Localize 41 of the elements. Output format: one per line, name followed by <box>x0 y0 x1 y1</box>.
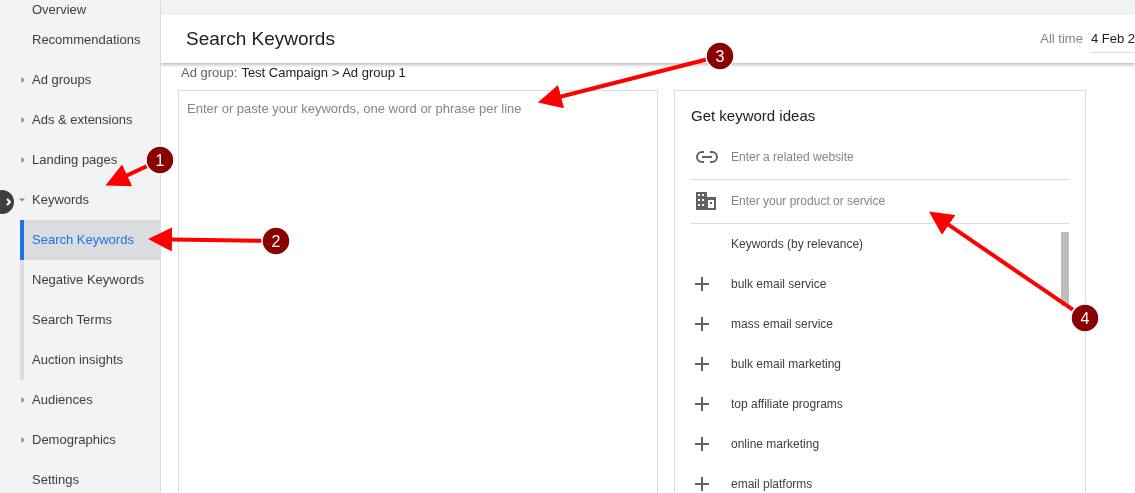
keyword-idea[interactable]: mass email service <box>731 314 834 333</box>
breadcrumb-label: Ad group: <box>181 65 238 80</box>
caret-right-icon[interactable] <box>20 437 26 443</box>
date-range-label: All time <box>1040 30 1083 49</box>
list-header: Keywords (by relevance) <box>730 235 865 253</box>
nav-subitem[interactable]: Search Terms <box>20 300 160 340</box>
keyword-idea[interactable]: bulk email marketing <box>731 354 842 373</box>
nav-item[interactable]: Ads & extensions <box>32 110 133 130</box>
building-icon <box>696 192 718 210</box>
nav-subitem[interactable]: Negative Keywords <box>20 260 160 300</box>
panel-title: Get keyword ideas <box>691 106 817 126</box>
callout-badge: 2 <box>261 226 291 256</box>
nav-item[interactable]: Landing pages <box>32 150 118 170</box>
text-input-field[interactable]: Enter a related website <box>691 135 1069 180</box>
keyword-idea[interactable]: bulk email service <box>731 274 827 293</box>
keyword-idea[interactable]: online marketing <box>731 434 820 453</box>
callout-badge: 1 <box>145 145 175 175</box>
nav-subitem[interactable]: Auction insights <box>20 340 160 380</box>
caret-right-icon[interactable] <box>20 77 26 83</box>
link-icon <box>696 151 718 163</box>
callout-badge: 3 <box>705 41 735 71</box>
placeholder-text: Enter or paste your keywords, one word or phrase per line <box>187 100 522 118</box>
caret-right-icon[interactable] <box>20 157 26 163</box>
callout-badge: 4 <box>1070 303 1100 333</box>
nav-item[interactable]: Audiences <box>32 390 93 410</box>
nav-item[interactable]: Ad groups <box>32 70 92 90</box>
caret-down-icon[interactable] <box>19 197 25 203</box>
page-title: Search Keywords <box>186 26 335 51</box>
nav-item[interactable]: Settings <box>32 470 79 490</box>
breadcrumb: Test Campaign > Ad group 1 <box>241 65 406 80</box>
caret-right-icon[interactable] <box>20 397 26 403</box>
scrollbar[interactable] <box>1061 231 1069 306</box>
keyword-idea[interactable]: top affiliate programs <box>731 394 843 413</box>
nav-item[interactable]: Overview <box>32 0 87 20</box>
date-range-button[interactable]: 4 Feb 2 <box>1090 24 1135 54</box>
nav-item[interactable]: Keywords <box>32 190 90 210</box>
nav-item[interactable]: Recommendations <box>32 30 141 50</box>
keyword-idea[interactable]: email platforms <box>731 474 813 493</box>
text-input-field[interactable]: Enter your product or service <box>691 179 1069 224</box>
nav-item[interactable]: Demographics <box>32 430 116 450</box>
caret-right-icon[interactable] <box>20 117 26 123</box>
